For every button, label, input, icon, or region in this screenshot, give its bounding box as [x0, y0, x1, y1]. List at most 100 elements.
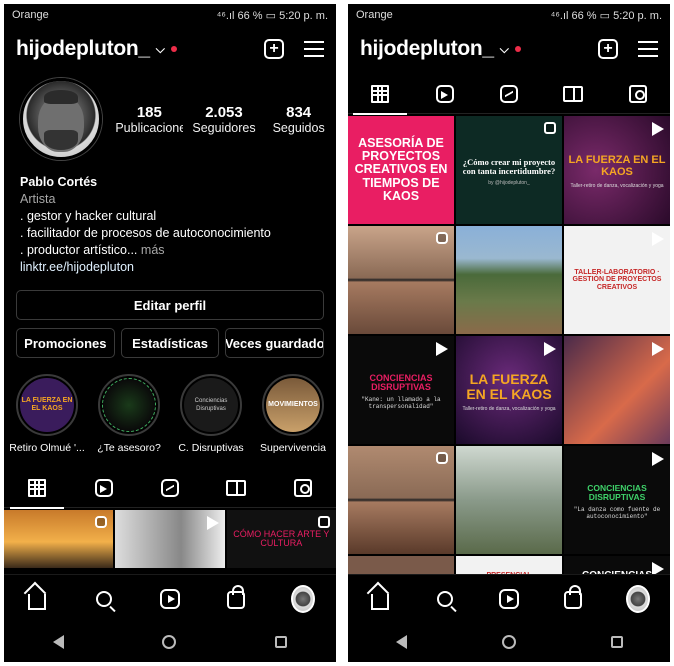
tagged-icon [628, 84, 647, 103]
highlight-label: ¿Te asesoro? [97, 442, 161, 454]
menu-icon[interactable] [638, 41, 658, 57]
posts-grid: CÓMO HACER ARTE Y CULTURA [4, 510, 336, 568]
tab-igtv[interactable] [482, 74, 536, 114]
more-link[interactable]: más [141, 243, 165, 257]
post-text: ¿Cómo crear mi proyecto con tanta incert… [462, 157, 556, 176]
post-tile[interactable] [456, 226, 562, 334]
nav-shop[interactable] [224, 585, 248, 611]
reel-badge-icon [436, 232, 448, 244]
post-tile[interactable] [564, 336, 670, 444]
followers-label: Seguidores [192, 120, 256, 135]
grid-icon [28, 478, 47, 497]
play-icon [652, 452, 664, 466]
top-bar: hijodepluton_ ⌵ + [348, 26, 670, 72]
bio: Pablo Cortés Artista . gestor y hacker c… [4, 160, 336, 276]
play-icon [652, 232, 664, 246]
nav-profile[interactable] [290, 584, 315, 613]
nav-home[interactable] [368, 587, 392, 611]
promotions-button[interactable]: Promociones [16, 328, 115, 358]
nav-search[interactable] [433, 587, 457, 611]
tab-tagged[interactable] [276, 468, 330, 508]
tab-tagged[interactable] [611, 74, 665, 114]
account-switcher[interactable]: hijodepluton_ ⌵ [16, 37, 177, 61]
post-tile[interactable]: CÓMO HACER ARTE Y CULTURA [226, 510, 336, 568]
post-tile[interactable]: LA FUERZA EN EL KAOS Taller-retiro de da… [456, 336, 562, 444]
tab-reels[interactable] [77, 468, 131, 508]
posts-count[interactable]: 185 Publicaciones [115, 104, 183, 135]
following-number: 834 [286, 103, 312, 121]
tab-grid[interactable] [353, 74, 408, 115]
menu-icon[interactable] [304, 41, 324, 57]
posts-number: 185 [136, 103, 162, 121]
search-icon [436, 590, 453, 607]
post-text: ASESORÍA DE PROYECTOS CREATIVOS EN TIEMP… [354, 136, 448, 203]
post-tile[interactable] [4, 510, 114, 568]
highlight-label: C. Disruptivas [178, 442, 244, 454]
following-count[interactable]: 834 Seguidos [265, 104, 333, 135]
tab-guides[interactable] [209, 468, 263, 508]
tab-grid[interactable] [10, 468, 65, 509]
account-switcher[interactable]: hijodepluton_ ⌵ [360, 37, 521, 61]
nav-reels[interactable] [497, 587, 521, 611]
status-right: ⁴⁶.ıl 66 % ▭ 5:20 p. m. [550, 9, 662, 22]
back-icon[interactable] [395, 635, 407, 649]
home-button-icon[interactable] [162, 635, 177, 649]
post-subtext: "Kane: un llamado a la transpersonalidad… [361, 396, 441, 411]
post-tile[interactable]: ASESORÍA DE PROYECTOS CREATIVOS EN TIEMP… [348, 116, 454, 224]
highlight-item[interactable]: ¿Te asesoro? [90, 374, 168, 454]
bio-link[interactable]: linktr.ee/hijodepluton [20, 259, 320, 276]
nav-search[interactable] [92, 587, 116, 611]
new-post-icon[interactable]: + [264, 39, 284, 59]
post-tile[interactable]: TALLER-LABORATORIO · GESTIÓN DE PROYECTO… [564, 226, 670, 334]
followers-count[interactable]: 2.053 Seguidores [190, 104, 258, 135]
nav-shop[interactable] [561, 585, 585, 611]
post-tile[interactable] [348, 446, 454, 554]
profile-avatar[interactable] [20, 78, 102, 160]
bottom-nav [348, 574, 670, 622]
story-highlights: LA FUERZA EN EL KAOS Retiro Olmué '... ¿… [4, 358, 336, 454]
nav-reels[interactable] [158, 587, 182, 611]
nav-profile[interactable] [625, 584, 650, 613]
tagged-icon [293, 478, 312, 497]
post-tile[interactable] [348, 226, 454, 334]
tab-guides[interactable] [546, 74, 600, 114]
edit-profile-button[interactable]: Editar perfil [16, 290, 324, 320]
play-icon [436, 342, 448, 356]
guides-icon [226, 479, 247, 496]
play-icon [206, 516, 219, 530]
highlight-cover: LA FUERZA EN EL KAOS [20, 378, 74, 432]
post-subtext: "La danza como fuente de autoconocimient… [573, 505, 661, 520]
post-tile[interactable] [456, 446, 562, 554]
recents-icon[interactable] [274, 636, 287, 648]
post-text: LA FUERZA EN EL KAOS [568, 154, 666, 178]
insights-button[interactable]: Estadísticas [120, 328, 220, 358]
saved-button[interactable]: Veces guardado [225, 328, 325, 358]
tab-igtv[interactable] [143, 468, 197, 508]
nav-home[interactable] [25, 587, 49, 611]
home-button-icon[interactable] [501, 635, 516, 649]
post-tile[interactable]: CONCIENCIAS DISRUPTIVAS "Kane: un llamad… [348, 336, 454, 444]
highlight-item[interactable]: Conciencias Disruptivas C. Disruptivas [172, 374, 250, 454]
category: Artista [20, 192, 56, 206]
highlight-item[interactable]: LA FUERZA EN EL KAOS Retiro Olmué '... [8, 374, 86, 454]
carrier-label: Orange [356, 9, 393, 21]
status-bar: Orange ⁴⁶.ıl 66 % ▭ 5:20 p. m. [4, 4, 336, 26]
recents-icon[interactable] [610, 636, 623, 648]
post-tile[interactable] [115, 510, 225, 568]
new-post-icon[interactable]: + [598, 39, 618, 59]
post-tile[interactable]: ¿Cómo crear mi proyecto con tanta incert… [456, 116, 562, 224]
search-icon [95, 590, 112, 607]
play-icon [652, 342, 664, 356]
profile-tabs [348, 74, 670, 115]
full-name: Pablo Cortés [20, 175, 98, 189]
back-icon[interactable] [53, 635, 65, 649]
post-tile[interactable]: CONCIENCIAS DISRUPTIVAS "La danza como f… [564, 446, 670, 554]
profile-screen: Orange ⁴⁶.ıl 66 % ▭ 5:20 p. m. hijodeplu… [4, 4, 336, 662]
post-text: LA FUERZA EN EL KAOS [466, 371, 552, 402]
highlight-item[interactable]: MOVIMIENTOS Supervivencia [254, 374, 332, 454]
tab-reels[interactable] [418, 74, 472, 114]
post-text: CONCIENCIAS DISRUPTIVAS [587, 483, 647, 502]
username: hijodepluton_ [16, 37, 150, 60]
notification-dot [170, 46, 177, 52]
post-tile[interactable]: LA FUERZA EN EL KAOS Taller-retiro de da… [564, 116, 670, 224]
